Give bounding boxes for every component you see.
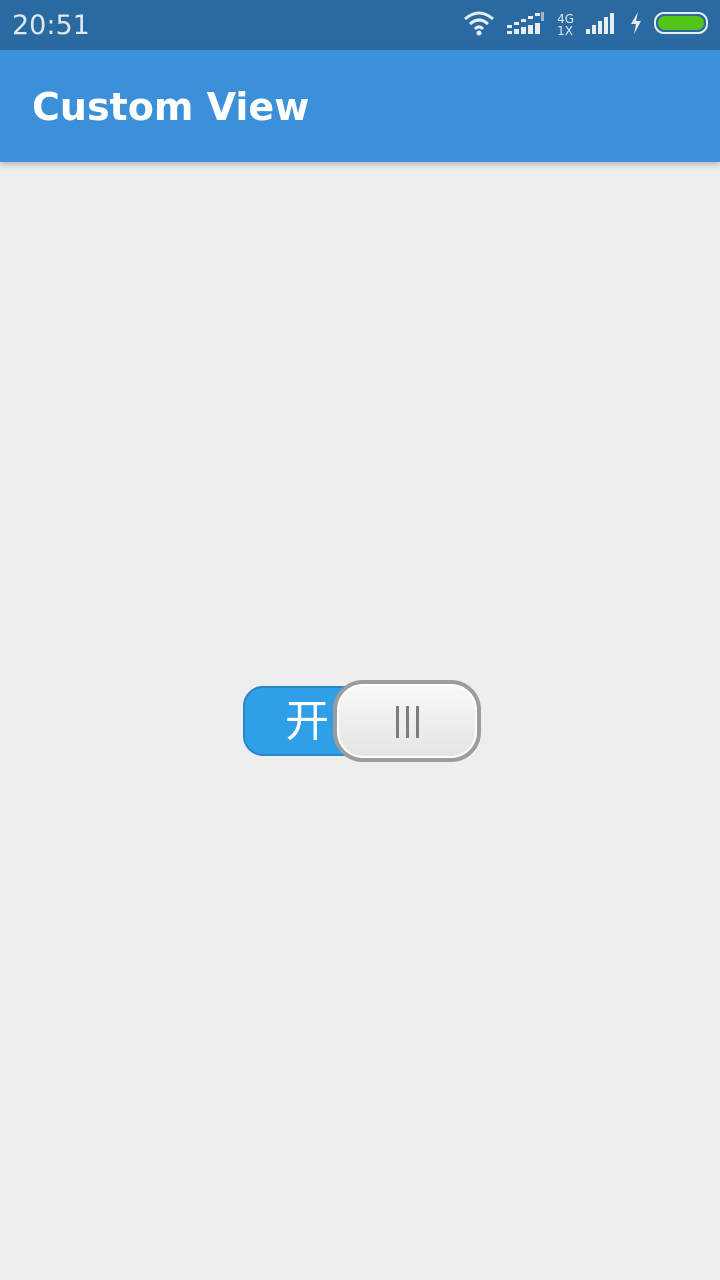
network-type-label: 4G 1X — [557, 13, 574, 37]
toggle-thumb[interactable] — [333, 680, 481, 762]
charging-icon — [630, 11, 642, 39]
wifi-icon — [463, 10, 495, 41]
app-title: Custom View — [32, 85, 310, 129]
toggle-switch[interactable]: 开 — [243, 680, 481, 762]
status-time: 20:51 — [12, 10, 90, 41]
grip-icon — [393, 706, 423, 738]
cell-signal-icon — [586, 11, 618, 40]
network-type-bottom: 1X — [557, 24, 573, 38]
data-signal-icon — [507, 11, 545, 40]
toggle-label: 开 — [285, 696, 329, 747]
status-icons: 4G 1X — [463, 10, 710, 40]
status-bar: 20:51 4G 1X — [0, 0, 720, 50]
app-bar: Custom View — [0, 50, 720, 162]
battery-icon — [654, 11, 710, 40]
